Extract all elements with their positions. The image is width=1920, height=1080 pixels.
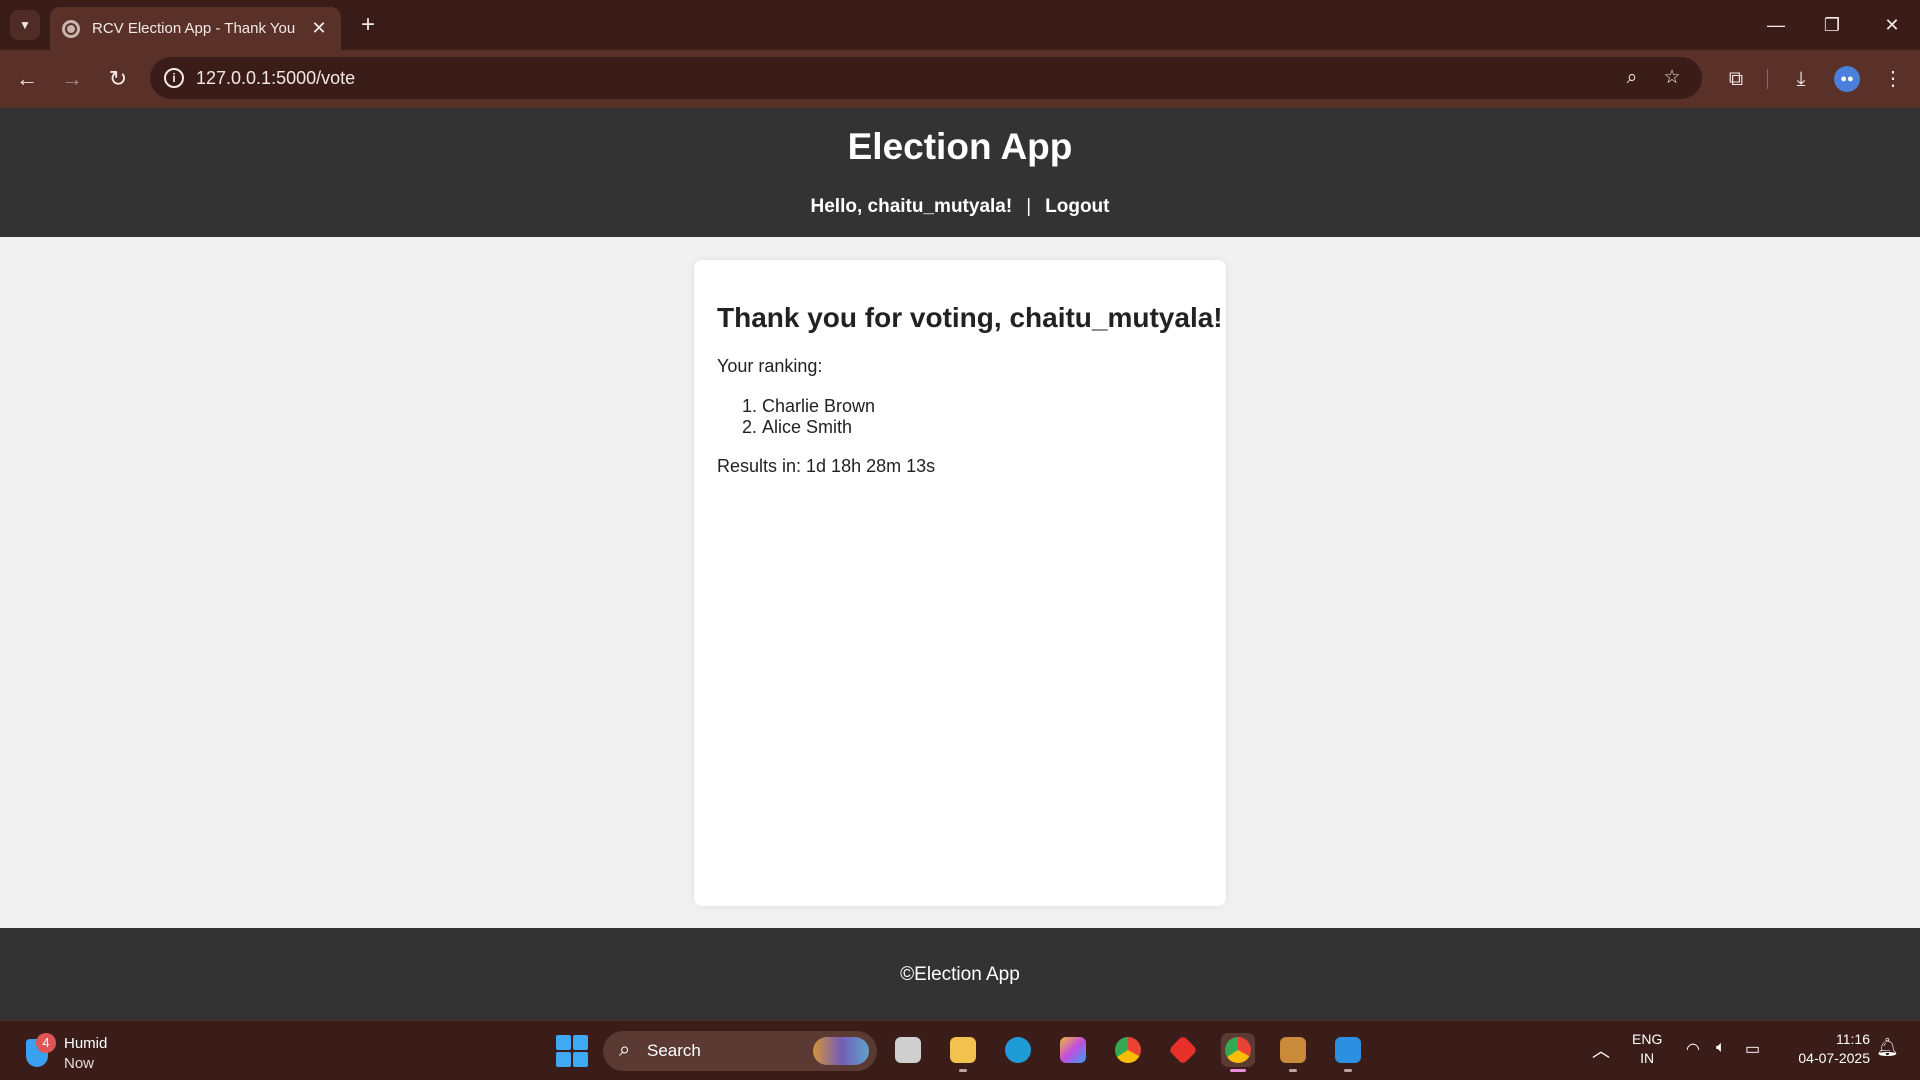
weather-title: Humid: [64, 1035, 108, 1052]
battery-icon[interactable]: ▭: [1745, 1039, 1760, 1059]
minimize-icon[interactable]: —: [1748, 0, 1804, 50]
game-app-icon[interactable]: [1276, 1033, 1310, 1072]
globe-icon: [62, 19, 80, 38]
user-greeting: Hello, chaitu_mutyala!: [810, 196, 1013, 217]
search-highlight-icon: [813, 1037, 869, 1065]
edge-browser-icon[interactable]: [1001, 1033, 1035, 1067]
system-clock[interactable]: 11:16 04-07-2025: [1780, 1030, 1870, 1068]
close-tab-icon[interactable]: ✕: [309, 18, 329, 39]
copilot-icon[interactable]: [1056, 1033, 1090, 1067]
vscode-icon[interactable]: [1331, 1033, 1365, 1072]
main-content: Thank you for voting, chaitu_mutyala! Yo…: [0, 237, 1920, 928]
address-bar[interactable]: i 127.0.0.1:5000/vote ⌕ ☆: [150, 57, 1702, 99]
browser-toolbar: ← → ↻ i 127.0.0.1:5000/vote ⌕ ☆ ⧉ ⤓ ⋮: [0, 50, 1920, 108]
bookmark-star-icon[interactable]: ☆: [1660, 66, 1684, 90]
close-window-icon[interactable]: ✕: [1864, 0, 1920, 50]
profile-avatar[interactable]: ●●: [1834, 66, 1860, 92]
nav-separator: |: [1026, 196, 1032, 217]
site-title: Election App: [847, 126, 1073, 167]
search-icon: ⌕: [619, 1039, 631, 1061]
file-explorer-icon[interactable]: [946, 1033, 980, 1072]
ranking-label: Your ranking:: [717, 356, 823, 376]
chrome-profile-icon[interactable]: [1221, 1033, 1255, 1072]
weather-subtitle: Now: [64, 1055, 95, 1072]
browser-tab-strip: ▼ RCV Election App - Thank You ✕ + — ❐ ✕: [0, 0, 1920, 50]
wifi-icon[interactable]: ◠: [1686, 1039, 1700, 1059]
weather-widget[interactable]: 4 Humid Now: [22, 1033, 122, 1072]
notification-badge: 4: [36, 1033, 56, 1053]
language-line1: ENG: [1632, 1031, 1663, 1047]
chrome-icon[interactable]: [1111, 1033, 1145, 1067]
site-footer: ©Election App: [0, 928, 1920, 1020]
reload-icon[interactable]: ↻: [103, 64, 133, 94]
browser-tab-active[interactable]: RCV Election App - Thank You ✕: [50, 7, 341, 50]
results-countdown: Results in: 1d 18h 28m 13s: [717, 456, 936, 476]
thank-you-heading: Thank you for voting, chaitu_mutyala!: [717, 302, 1223, 333]
taskbar-search[interactable]: ⌕ Search: [603, 1031, 877, 1071]
logout-link[interactable]: Logout: [1045, 196, 1109, 217]
notifications-bell-icon[interactable]: 🔔︎: [1876, 1037, 1899, 1058]
language-indicator[interactable]: ENG IN: [1632, 1030, 1662, 1068]
ranking-list: Charlie Brown Alice Smith: [717, 396, 1203, 438]
task-view-icon[interactable]: [891, 1033, 925, 1067]
toolbar-divider: [1767, 69, 1768, 89]
download-icon[interactable]: ⤓: [1786, 64, 1816, 94]
windows-taskbar: 4 Humid Now ⌕ Search ︿ ENG IN ◠ 🔈︎ ▭ 11:…: [0, 1020, 1920, 1080]
restore-icon[interactable]: ❐: [1804, 0, 1860, 50]
volume-icon[interactable]: 🔈︎: [1716, 1039, 1726, 1057]
menu-kebab-icon[interactable]: ⋮: [1878, 64, 1908, 94]
show-hidden-icons-chevron-icon[interactable]: ︿: [1592, 1037, 1610, 1063]
tab-search-chevron-icon[interactable]: ▼: [10, 10, 40, 40]
ranking-item: Charlie Brown: [762, 396, 1203, 417]
extensions-puzzle-icon[interactable]: ⧉: [1721, 64, 1751, 94]
git-app-icon[interactable]: [1166, 1033, 1200, 1067]
clock-date: 04-07-2025: [1798, 1050, 1870, 1066]
address-url[interactable]: 127.0.0.1:5000/vote: [196, 68, 355, 89]
site-header: Election App Hello, chaitu_mutyala! | Logo…: [0, 108, 1920, 237]
new-tab-plus-icon[interactable]: +: [353, 10, 383, 40]
ranking-item: Alice Smith: [762, 417, 1203, 438]
site-nav: Hello, chaitu_mutyala! | Logout: [0, 196, 1920, 218]
clock-time: 11:16: [1836, 1031, 1870, 1047]
site-info-icon[interactable]: i: [164, 68, 184, 88]
footer-copyright: ©Election App: [900, 964, 1020, 985]
zoom-icon[interactable]: ⌕: [1620, 66, 1644, 90]
back-arrow-icon[interactable]: ←: [12, 64, 42, 94]
search-label: Search: [647, 1041, 701, 1060]
windows-start-icon[interactable]: [556, 1035, 588, 1067]
tab-title: RCV Election App - Thank You: [92, 20, 296, 37]
language-line2: IN: [1640, 1050, 1655, 1066]
vote-confirmation-card: Thank you for voting, chaitu_mutyala! Yo…: [694, 260, 1226, 906]
forward-arrow-icon[interactable]: →: [57, 64, 87, 94]
